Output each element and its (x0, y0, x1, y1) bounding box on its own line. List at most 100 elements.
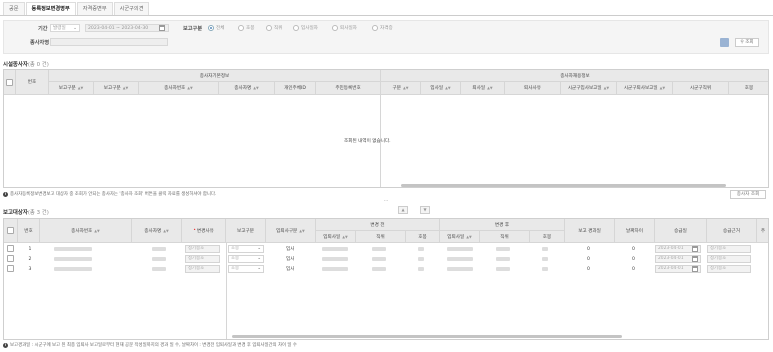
radio-all[interactable]: 전체 (208, 25, 224, 31)
header-report-type-2[interactable]: 보고구분 ▲▼ (94, 82, 139, 95)
search-icon: ⚲ (740, 40, 744, 45)
promotion-basis-field[interactable]: 정기승호 (707, 245, 751, 253)
tab-official-doc[interactable]: 공문 (3, 2, 25, 15)
header-group-basic: 종사자기본정보 (49, 70, 381, 82)
header-report-type: 보고구분 (226, 219, 266, 243)
worker-name-label: 종사자명 (30, 40, 50, 46)
row-no: 2 (28, 256, 32, 262)
info-icon: ! (3, 342, 8, 348)
before-grade-redacted (418, 244, 424, 254)
radio-hire-date[interactable]: 입사일자 (293, 25, 318, 31)
header-worker-name[interactable]: 종사자명 ▲▼ (219, 82, 275, 95)
before-position-redacted (372, 264, 386, 274)
header-worker-name[interactable]: 종사자명 ▲▼ (132, 219, 182, 243)
before-grade-redacted (418, 254, 424, 264)
promotion-date-field[interactable]: 2023-04-01 (655, 255, 701, 263)
radio-position[interactable]: 직위 (266, 25, 282, 31)
report-select-all[interactable] (4, 219, 18, 243)
header-io-type[interactable]: 입퇴사구분 ▲▼ (266, 219, 316, 243)
row-checkbox[interactable] (7, 255, 14, 262)
before-io-date-redacted (322, 254, 348, 264)
date-range-input[interactable]: 2023-04-01 ~ 2023-04-30 (85, 24, 169, 32)
facility-note: ! 종사자등록정보변경보고 대상자 중 조회가 안되는 종사자는 '종사자 조회'… (3, 191, 217, 197)
header-worker-no[interactable]: 종사자번호 ▲▼ (139, 82, 219, 95)
calendar-icon[interactable] (692, 256, 698, 262)
calendar-icon[interactable] (692, 266, 698, 272)
change-reason-field[interactable]: 정기승호 (185, 255, 220, 263)
header-worker-no[interactable]: 종사자번호 ▲▼ (40, 219, 132, 243)
radio-leave-date[interactable]: 퇴사일자 (332, 25, 357, 31)
table-row[interactable]: 2 정기승호 호봉 ⌄ 입사 0 0 2023-04-01 정기승호 (4, 254, 768, 264)
date-diff: 0 (632, 256, 635, 262)
report-type-select[interactable]: 호봉 ⌄ (228, 265, 264, 273)
header-before-io-date[interactable]: 입퇴사일 ▲▼ (316, 231, 356, 243)
worker-name-input[interactable] (50, 38, 168, 46)
header-before-change: 변경 전 (316, 219, 440, 231)
header-leave-date[interactable]: 퇴사일 ▲▼ (461, 82, 505, 95)
reset-icon[interactable] (720, 38, 729, 47)
period-label: 기간 (38, 26, 48, 32)
header-district-position: 시군구직위 (673, 82, 729, 95)
promotion-basis-field[interactable]: 정기승호 (707, 255, 751, 263)
header-after-io-date[interactable]: 입퇴사일 ▲▼ (440, 231, 480, 243)
after-position-redacted (496, 244, 510, 254)
radio-dot-icon (238, 25, 244, 31)
promotion-basis-field[interactable]: 정기승호 (707, 265, 751, 273)
before-io-date-redacted (322, 244, 348, 254)
tab-certificate[interactable]: 자격증변부 (76, 2, 113, 15)
promotion-date-field[interactable]: 2023-04-01 (655, 265, 701, 273)
horizontal-scrollbar[interactable] (232, 335, 622, 338)
facility-select-all[interactable] (4, 70, 16, 95)
radio-certificate[interactable]: 자격증 (372, 25, 393, 31)
radio-dot-icon (266, 25, 272, 31)
table-row[interactable]: 3 정기승호 호봉 ⌄ 입사 0 0 2023-04-01 정기승호 (4, 264, 768, 274)
header-after-change: 변경 후 (440, 219, 565, 231)
header-hire-date[interactable]: 입사일 ▲▼ (421, 82, 461, 95)
search-button[interactable]: ⚲ 조회 (735, 38, 759, 47)
worker-no-redacted (54, 254, 92, 264)
chevron-down-icon: ⌄ (257, 256, 261, 261)
row-no: 1 (28, 246, 32, 252)
change-reason-field[interactable]: 정기승호 (185, 265, 220, 273)
row-checkbox[interactable] (7, 245, 14, 252)
tab-district-opinion[interactable]: 시군구의견 (113, 2, 150, 15)
calendar-icon[interactable] (159, 25, 165, 31)
chevron-down-icon: ⌄ (73, 26, 77, 31)
move-up-button[interactable]: ▲ (398, 206, 408, 214)
report-type-select[interactable]: 호봉 ⌄ (228, 245, 264, 253)
header-date-diff: 날짜차이 (615, 219, 655, 243)
header-group-employment: 종사자재용정보 (381, 70, 768, 82)
change-reason-field[interactable]: 정기승호 (185, 245, 220, 253)
radio-grade[interactable]: 호봉 (238, 25, 254, 31)
row-checkbox[interactable] (7, 265, 14, 272)
tab-registration-change[interactable]: 등록정보변경명부 (25, 2, 76, 15)
after-io-date-redacted (447, 244, 473, 254)
chevron-down-icon: ⌄ (257, 266, 261, 271)
promotion-date-field[interactable]: 2023-04-01 (655, 245, 701, 253)
table-row[interactable]: 1 정기승호 호봉 ⌄ 입사 0 0 2023-04-01 정기승호 (4, 244, 768, 254)
splitter-handle[interactable]: ··· (380, 199, 392, 204)
date-diff: 0 (632, 246, 635, 252)
calendar-icon[interactable] (692, 246, 698, 252)
radio-dot-icon (293, 25, 299, 31)
report-grid: 번호 종사자번호 ▲▼ 종사자명 ▲▼ • 변경사유 보고구분 입퇴사구분 ▲▼ 변경 … (3, 218, 769, 340)
report-type-select[interactable]: 호봉 ⌄ (228, 255, 264, 263)
header-district-hire-report[interactable]: 시군구입사보고일 ▲▼ (561, 82, 617, 95)
radio-dot-icon (372, 25, 378, 31)
worker-search-button[interactable]: 종사자 조회 (730, 190, 766, 199)
header-report-type-1[interactable]: 보고구분 ▲▼ (49, 82, 94, 95)
header-more: 주 (757, 219, 768, 243)
horizontal-scrollbar[interactable] (401, 184, 726, 187)
header-leave-reason: 퇴사사유 (505, 82, 561, 95)
header-category[interactable]: 구분 ▲▼ (381, 82, 421, 95)
io-type: 입사 (286, 257, 295, 262)
header-district-leave-report[interactable]: 시군구퇴사보고일 ▲▼ (617, 82, 673, 95)
worker-no-redacted (54, 264, 92, 274)
move-down-button[interactable]: ▼ (420, 206, 430, 214)
facility-section-title: 시설종사자(총 0 건) (3, 62, 49, 68)
after-io-date-redacted (447, 254, 473, 264)
period-type-select[interactable]: 발령일 ⌄ (50, 24, 80, 32)
chevron-down-icon: ⌄ (257, 246, 261, 251)
radio-dot-icon (208, 25, 214, 31)
header-before-grade: 호봉 (406, 231, 440, 243)
